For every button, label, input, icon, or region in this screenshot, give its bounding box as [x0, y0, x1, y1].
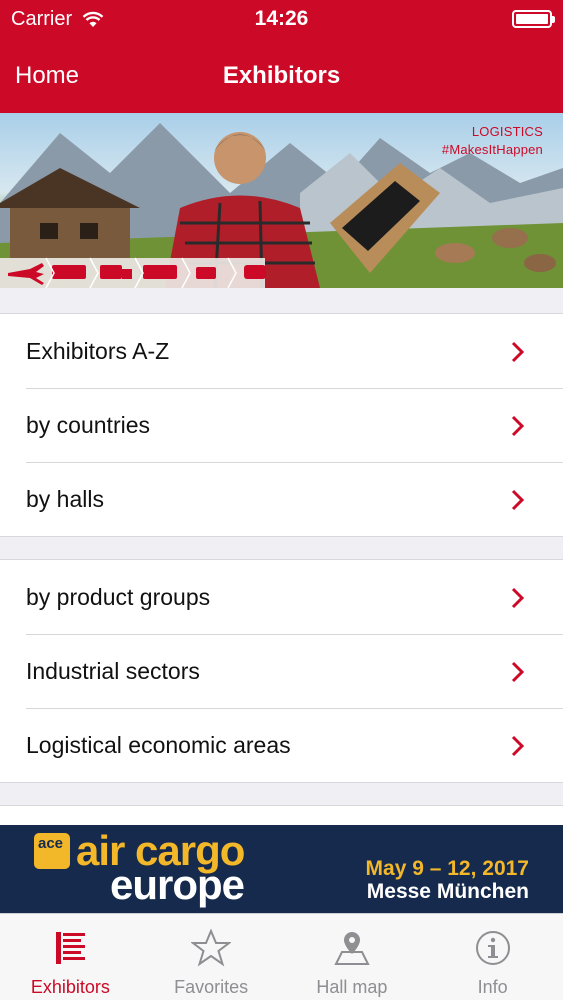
- tab-label: Exhibitors: [30, 977, 110, 997]
- menu-item-product-groups[interactable]: by product groups: [0, 560, 563, 634]
- air-cargo-europe-banner[interactable]: ace air cargo europe May 9 – 12, 2017 Me…: [0, 825, 563, 913]
- partial-group: [0, 805, 563, 825]
- menu-item-label: by product groups: [26, 584, 211, 610]
- tab-exhibitors[interactable]: Exhibitors: [0, 914, 141, 1000]
- menu-item-label: Logistical economic areas: [26, 732, 291, 758]
- info-icon: [475, 931, 510, 965]
- tab-bar: Exhibitors Favorites Hall map Info: [0, 913, 563, 1000]
- menu-item-label: by halls: [26, 486, 104, 512]
- map-pin-icon: [334, 932, 370, 965]
- hero-caption-line2: #MakesItHappen: [441, 142, 543, 157]
- banner-dates: May 9 – 12, 2017: [365, 857, 529, 880]
- menu-item-industrial-sectors[interactable]: Industrial sectors: [0, 634, 563, 708]
- tab-hall-map[interactable]: Hall map: [282, 914, 423, 1000]
- menu-item-by-halls[interactable]: by halls: [0, 462, 563, 536]
- tab-label: Favorites: [174, 977, 249, 997]
- chevron-right-icon: [511, 415, 525, 437]
- menu-item-logistical-economic-areas[interactable]: Logistical economic areas: [0, 708, 563, 782]
- chevron-right-icon: [511, 661, 525, 683]
- menu-item-by-countries[interactable]: by countries: [0, 388, 563, 462]
- tab-label: Hall map: [316, 977, 388, 997]
- page-title: Exhibitors: [222, 62, 341, 89]
- banner-title-line2: europe: [110, 861, 245, 908]
- banner-venue: Messe München: [366, 880, 529, 903]
- chevron-right-icon: [511, 735, 525, 757]
- navigation-bar: Home Exhibitors: [0, 40, 563, 113]
- menu-item-label: by countries: [26, 412, 151, 438]
- tab-label: Info: [477, 977, 508, 997]
- ace-logo: ace: [34, 833, 70, 869]
- hero-image: LOGISTICS #MakesItHappen: [0, 113, 563, 288]
- menu-item-label: Industrial sectors: [26, 658, 200, 684]
- chevron-right-icon: [511, 587, 525, 609]
- battery-icon: [512, 10, 555, 28]
- chevron-right-icon: [511, 489, 525, 511]
- exhibitor-category-group: by product groups Industrial sectors Log…: [0, 559, 563, 783]
- hero-caption-line1: LOGISTICS: [471, 124, 543, 139]
- hero-caption: LOGISTICS #MakesItHappen: [442, 123, 543, 159]
- tab-favorites[interactable]: Favorites: [141, 914, 282, 1000]
- menu-item-label: Exhibitors A-Z: [26, 338, 170, 364]
- exhibitor-browse-group: Exhibitors A-Z by countries by halls: [0, 313, 563, 537]
- exhibitors-list-icon: [56, 932, 86, 964]
- status-time: 14:26: [254, 7, 309, 30]
- tab-info[interactable]: Info: [422, 914, 563, 1000]
- star-icon: [191, 928, 232, 967]
- menu-item-exhibitors-a-z[interactable]: Exhibitors A-Z: [0, 314, 563, 388]
- chevron-right-icon: [511, 341, 525, 363]
- status-bar: Carrier 14:26: [0, 0, 563, 40]
